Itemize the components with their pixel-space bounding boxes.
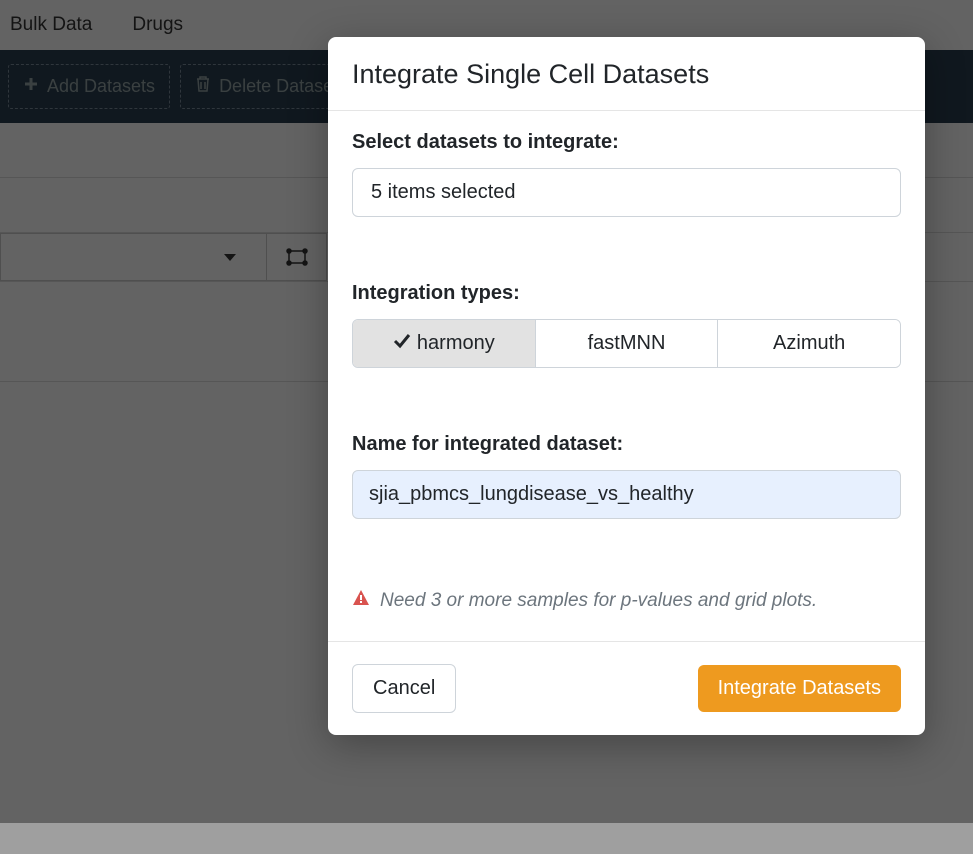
integrate-modal: Integrate Single Cell Datasets Select da…: [328, 37, 925, 735]
dataset-name-label: Name for integrated dataset:: [352, 433, 901, 456]
warning-icon: [352, 589, 370, 613]
integration-azimuth-button[interactable]: Azimuth: [718, 320, 900, 367]
modal-header: Integrate Single Cell Datasets: [328, 37, 925, 111]
warning-text: Need 3 or more samples for p-values and …: [380, 590, 817, 612]
integration-harmony-button[interactable]: harmony: [353, 320, 536, 367]
harmony-label: harmony: [417, 332, 495, 355]
check-icon: [393, 332, 411, 355]
cancel-button[interactable]: Cancel: [352, 664, 456, 713]
dataset-name-input[interactable]: [352, 470, 901, 519]
integration-fastmnn-button[interactable]: fastMNN: [536, 320, 719, 367]
integration-type-group: harmony fastMNN Azimuth: [352, 319, 901, 368]
select-datasets-label: Select datasets to integrate:: [352, 131, 901, 154]
integrate-datasets-button[interactable]: Integrate Datasets: [698, 665, 901, 712]
warning-message: Need 3 or more samples for p-values and …: [352, 589, 901, 613]
modal-title: Integrate Single Cell Datasets: [352, 59, 901, 90]
datasets-select[interactable]: 5 items selected: [352, 168, 901, 217]
integration-types-label: Integration types:: [352, 282, 901, 305]
